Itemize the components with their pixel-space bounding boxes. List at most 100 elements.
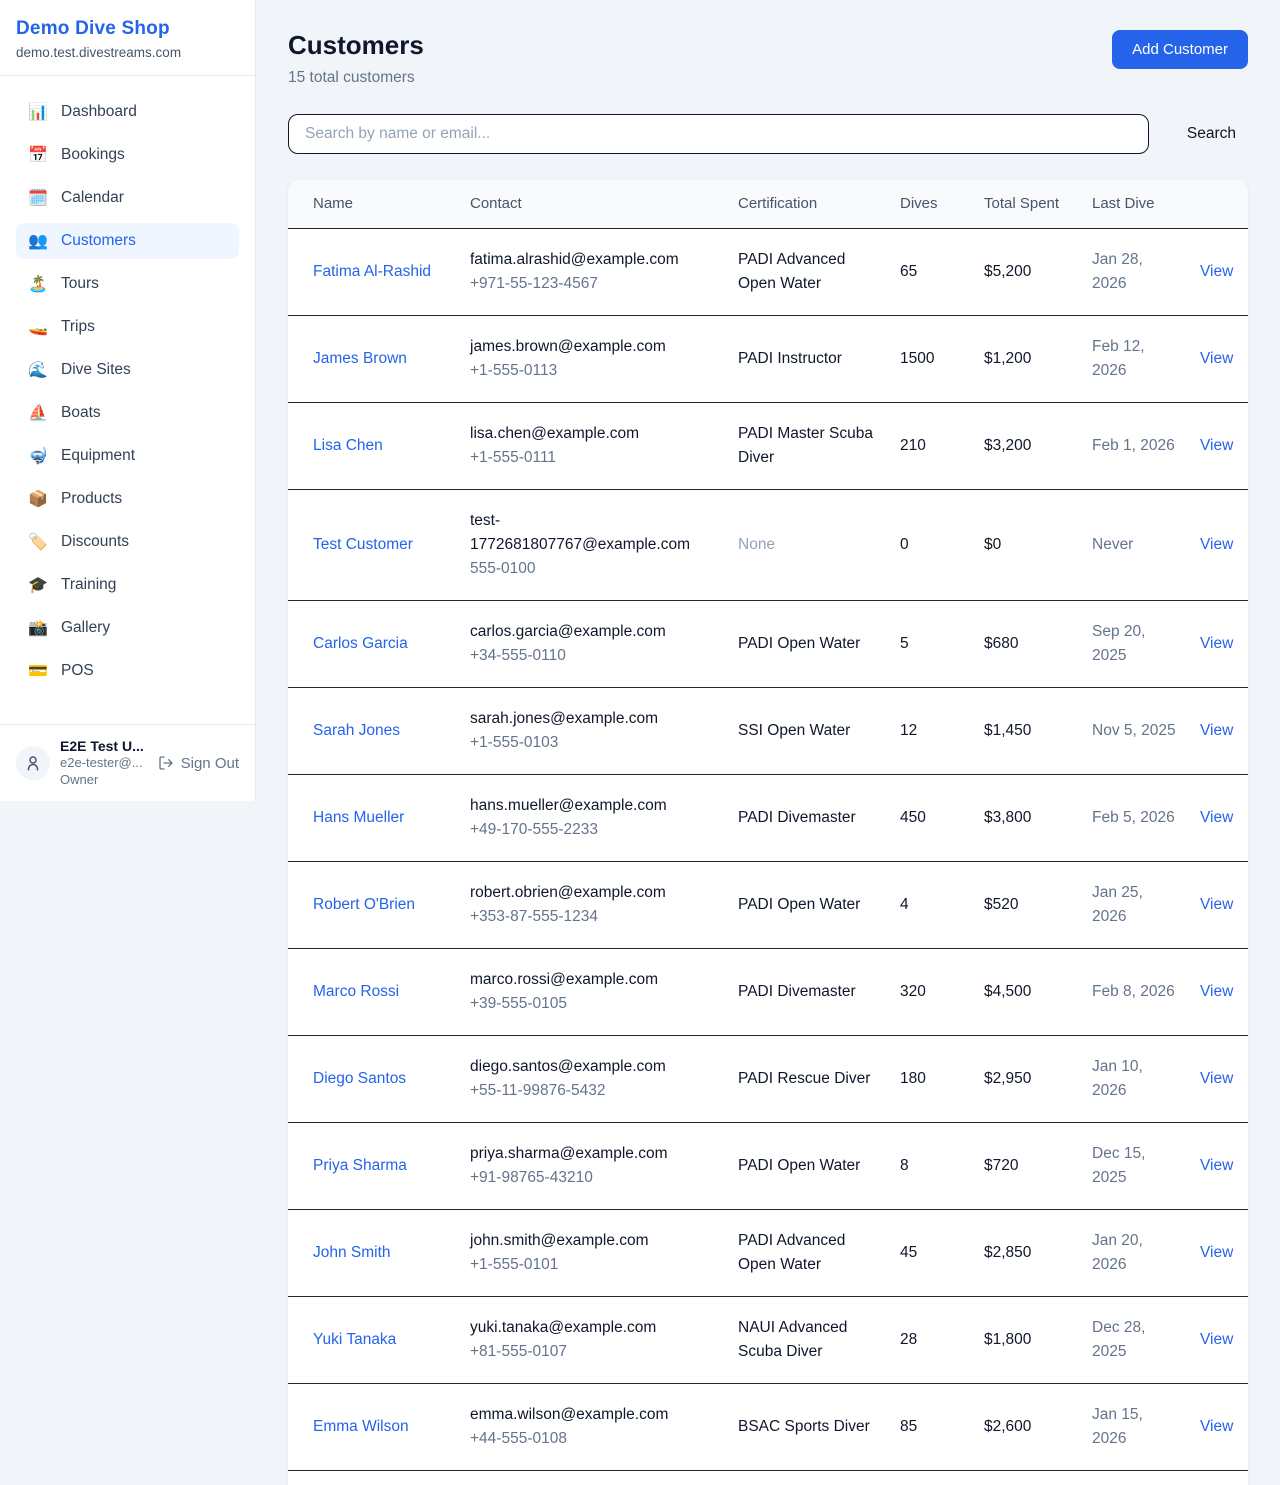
customer-name-link[interactable]: Carlos Garcia: [313, 635, 408, 652]
customer-name-link[interactable]: John Smith: [313, 1244, 391, 1261]
customer-email: marco.rossi@example.com: [470, 968, 714, 992]
view-link[interactable]: View: [1200, 809, 1233, 826]
calendar-icon: 📅: [28, 145, 48, 165]
speedboat-icon: 🚤: [28, 317, 48, 337]
customer-dives: 210: [900, 437, 926, 454]
customer-dives: 450: [900, 809, 926, 826]
sign-out-label: Sign Out: [181, 755, 239, 772]
view-link[interactable]: View: [1200, 896, 1233, 913]
view-link[interactable]: View: [1200, 536, 1233, 553]
customer-last-dive: Nov 5, 2025: [1092, 722, 1176, 739]
customers-table: NameContactCertificationDivesTotal Spent…: [288, 180, 1248, 1485]
sidebar-item-equipment[interactable]: 🤿 Equipment: [16, 438, 239, 474]
customer-count: 15 total customers: [288, 69, 424, 87]
bar-chart-icon: 📊: [28, 102, 48, 122]
view-link[interactable]: View: [1200, 983, 1233, 1000]
sidebar-item-training[interactable]: 🎓 Training: [16, 567, 239, 603]
column-header-name: Name: [288, 180, 458, 228]
sidebar-item-bookings[interactable]: 📅 Bookings: [16, 137, 239, 173]
column-header-contact: Contact: [458, 180, 726, 228]
customer-phone: +971-55-123-4567: [470, 272, 714, 296]
customer-phone: +1-555-0113: [470, 359, 714, 383]
sidebar-item-pos[interactable]: 💳 POS: [16, 653, 239, 689]
customer-name-link[interactable]: Marco Rossi: [313, 983, 399, 1000]
customer-phone: +39-555-0105: [470, 992, 714, 1016]
sidebar-item-dashboard[interactable]: 📊 Dashboard: [16, 94, 239, 130]
table-header: NameContactCertificationDivesTotal Spent…: [288, 180, 1248, 228]
customer-certification: PADI Instructor: [738, 350, 842, 367]
customer-last-dive: Feb 8, 2026: [1092, 983, 1175, 1000]
view-link[interactable]: View: [1200, 722, 1233, 739]
customer-certification: PADI Open Water: [738, 896, 860, 913]
table-row: Hans Mueller hans.mueller@example.com +4…: [288, 774, 1248, 861]
customer-name-link[interactable]: Hans Mueller: [313, 809, 404, 826]
customer-dives: 85: [900, 1418, 917, 1435]
customer-certification: PADI Divemaster: [738, 809, 856, 826]
view-link[interactable]: View: [1200, 1418, 1233, 1435]
customer-email: john.smith@example.com: [470, 1229, 714, 1253]
customer-last-dive: Sep 20, 2025: [1092, 623, 1145, 664]
customer-name-link[interactable]: Sarah Jones: [313, 722, 400, 739]
customer-name-link[interactable]: Lisa Chen: [313, 437, 383, 454]
customer-name-link[interactable]: Fatima Al-Rashid: [313, 263, 431, 280]
table-row: Carlos Garcia carlos.garcia@example.com …: [288, 600, 1248, 687]
customer-certification: PADI Master Scuba Diver: [738, 425, 873, 466]
customer-total-spent: $1,800: [984, 1331, 1031, 1348]
user-role: Owner: [60, 772, 148, 789]
package-icon: 📦: [28, 489, 48, 509]
view-link[interactable]: View: [1200, 263, 1233, 280]
user-email: e2e-tester@...: [60, 755, 148, 772]
customer-name-link[interactable]: Yuki Tanaka: [313, 1331, 396, 1348]
view-link[interactable]: View: [1200, 635, 1233, 652]
view-link[interactable]: View: [1200, 350, 1233, 367]
view-link[interactable]: View: [1200, 1157, 1233, 1174]
customer-name-link[interactable]: Test Customer: [313, 536, 413, 553]
customer-total-spent: $3,800: [984, 809, 1031, 826]
user-info: E2E Test U... e2e-tester@... Owner: [60, 737, 148, 789]
sidebar-item-products[interactable]: 📦 Products: [16, 481, 239, 517]
table-row: Keiko Yamamoto keiko.yamamoto@example.co…: [288, 1471, 1248, 1485]
customer-certification: PADI Advanced Open Water: [738, 1232, 845, 1273]
customer-phone: +44-555-0108: [470, 1427, 714, 1451]
customer-email: sarah.jones@example.com: [470, 707, 714, 731]
customer-dives: 180: [900, 1070, 926, 1087]
view-link[interactable]: View: [1200, 1070, 1233, 1087]
customer-total-spent: $2,950: [984, 1070, 1031, 1087]
sidebar-item-customers[interactable]: 👥 Customers: [16, 223, 239, 259]
customer-name-link[interactable]: Emma Wilson: [313, 1418, 409, 1435]
customer-total-spent: $2,850: [984, 1244, 1031, 1261]
sidebar-item-gallery[interactable]: 📸 Gallery: [16, 610, 239, 646]
customer-certification: PADI Open Water: [738, 1157, 860, 1174]
view-link[interactable]: View: [1200, 437, 1233, 454]
customer-name-link[interactable]: Priya Sharma: [313, 1157, 407, 1174]
customer-name-link[interactable]: Robert O'Brien: [313, 896, 415, 913]
customer-dives: 65: [900, 263, 917, 280]
sidebar-item-dive-sites[interactable]: 🌊 Dive Sites: [16, 352, 239, 388]
table-row: James Brown james.brown@example.com +1-5…: [288, 315, 1248, 402]
customer-dives: 1500: [900, 350, 934, 367]
view-link[interactable]: View: [1200, 1331, 1233, 1348]
customer-certification: SSI Open Water: [738, 722, 850, 739]
sign-out-button[interactable]: Sign Out: [158, 755, 239, 772]
customer-last-dive: Dec 28, 2025: [1092, 1319, 1145, 1360]
customer-name-link[interactable]: Diego Santos: [313, 1070, 406, 1087]
logout-icon: [158, 755, 174, 771]
table-row: Fatima Al-Rashid fatima.alrashid@example…: [288, 228, 1248, 315]
wave-icon: 🌊: [28, 360, 48, 380]
sidebar-item-boats[interactable]: ⛵ Boats: [16, 395, 239, 431]
sidebar-item-tours[interactable]: 🏝️ Tours: [16, 266, 239, 302]
customer-phone: +1-555-0101: [470, 1253, 714, 1277]
sidebar-item-discounts[interactable]: 🏷️ Discounts: [16, 524, 239, 560]
customer-email: lisa.chen@example.com: [470, 422, 714, 446]
add-customer-button[interactable]: Add Customer: [1112, 30, 1248, 69]
sidebar-item-trips[interactable]: 🚤 Trips: [16, 309, 239, 345]
search-input[interactable]: [288, 114, 1149, 154]
camera-flash-icon: 📸: [28, 618, 48, 638]
sidebar-item-calendar[interactable]: 🗓️ Calendar: [16, 180, 239, 216]
graduation-cap-icon: 🎓: [28, 575, 48, 595]
customer-dives: 0: [900, 536, 909, 553]
view-link[interactable]: View: [1200, 1244, 1233, 1261]
customer-name-link[interactable]: James Brown: [313, 350, 407, 367]
search-button[interactable]: Search: [1175, 117, 1248, 151]
title-block: Customers 15 total customers: [288, 30, 424, 87]
